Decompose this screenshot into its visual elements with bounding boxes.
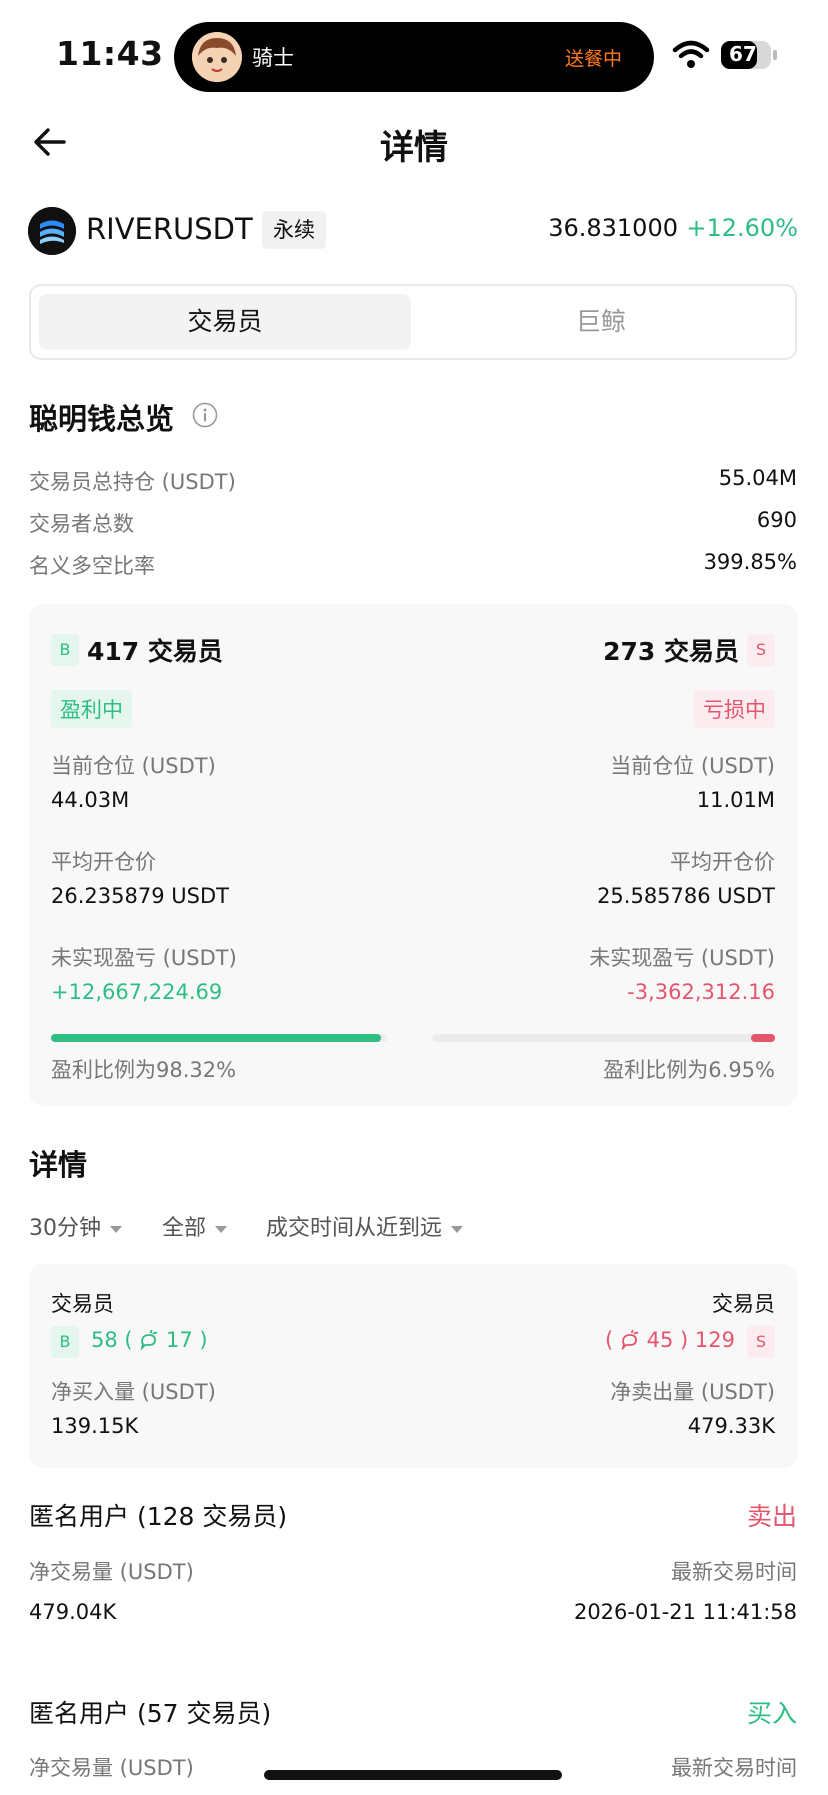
close-paren: ) <box>680 1328 689 1352</box>
sell-traders-title: 交易员 <box>712 1292 775 1316</box>
type-filter-label: 全部 <box>162 1216 207 1241</box>
tab-traders[interactable]: 交易员 <box>39 294 411 350</box>
trade-entry-time-label: 最新交易时间 <box>671 1756 797 1780</box>
long-pnl-label: 未实现盈亏 (USDT) <box>51 946 237 970</box>
buy-trader-stats: 58 ( 17 ) <box>91 1328 208 1352</box>
chevron-down-icon <box>110 1225 122 1233</box>
long-short-ratio-row: 名义多空比率 399.85% <box>29 550 797 580</box>
trade-entry-volume-label: 净交易量 (USDT) <box>29 1560 194 1584</box>
ticker-price: 36.831000 <box>548 214 678 242</box>
buy-badge: B <box>51 1326 79 1358</box>
trade-entry-action: 买入 <box>746 1699 797 1728</box>
sort-filter-label: 成交时间从近到远 <box>266 1216 443 1241</box>
long-short-ratio-label: 名义多空比率 <box>29 554 155 578</box>
details-title: 详情 <box>29 1148 88 1182</box>
sell-badge: S <box>747 634 775 666</box>
trade-entry-action: 卖出 <box>746 1502 797 1531</box>
close-paren: ) <box>199 1328 208 1352</box>
short-pnl-value: -3,362,312.16 <box>627 980 775 1004</box>
long-profit-ratio: 盈利比例为98.32% <box>51 1058 237 1082</box>
short-trader-count: 273 交易员 <box>603 637 739 666</box>
short-profit-ratio: 盈利比例为6.95% <box>603 1058 775 1082</box>
info-icon[interactable] <box>192 402 218 428</box>
long-pnl-value: +12,667,224.69 <box>51 980 223 1004</box>
type-filter[interactable]: 全部 <box>162 1210 228 1242</box>
buy-traders-title: 交易员 <box>51 1292 114 1316</box>
sell-trader-stats: ( 45 ) 129 <box>605 1328 735 1352</box>
long-avg-price-value: 26.235879 USDT <box>51 884 229 908</box>
page-title: 详情 <box>380 128 448 168</box>
short-avg-price-value: 25.585786 USDT <box>597 884 775 908</box>
total-position-row: 交易员总持仓 (USDT) 55.04M <box>29 466 797 496</box>
contract-type-badge: 永续 <box>262 211 326 249</box>
trade-entry-volume-value: 479.04K <box>29 1600 117 1624</box>
trader-count-value: 690 <box>756 508 797 532</box>
trade-entry-name[interactable]: 匿名用户 (128 交易员) <box>29 1497 287 1533</box>
long-avg-price-label: 平均开仓价 <box>51 850 156 874</box>
chevron-down-icon <box>451 1225 464 1233</box>
open-paren: ( <box>605 1328 614 1352</box>
ticker-symbol: RIVERUSDT <box>86 212 253 246</box>
long-trader-count: 417 交易员 <box>87 637 223 666</box>
token-logo-icon <box>28 207 76 255</box>
island-app-name: 骑士 <box>252 46 294 70</box>
trader-count-label: 交易者总数 <box>29 512 134 536</box>
short-avg-price-label: 平均开仓价 <box>670 850 775 874</box>
sort-filter[interactable]: 成交时间从近到远 <box>266 1210 464 1242</box>
buy-trader-count: 58 <box>91 1328 118 1352</box>
status-bar: 11:43 骑士 送餐中 67 <box>0 0 828 100</box>
timeframe-filter-label: 30分钟 <box>29 1216 101 1241</box>
chevron-down-icon <box>215 1225 228 1233</box>
short-position-value: 11.01M <box>696 788 775 812</box>
tab-bar: 交易员 巨鲸 <box>29 284 797 360</box>
long-position-label: 当前仓位 (USDT) <box>51 754 216 778</box>
avatar-icon <box>192 32 242 82</box>
short-profit-bar-fill <box>751 1034 775 1042</box>
overview-title: 聪明钱总览 <box>29 402 175 436</box>
long-short-card: B 417 交易员 盈利中 当前仓位 (USDT) 44.03M 平均开仓价 2… <box>29 604 797 1106</box>
trade-entry-time-value: 2026-01-21 11:41:58 <box>573 1600 797 1624</box>
home-indicator[interactable] <box>264 1770 562 1780</box>
long-profit-bar <box>51 1034 387 1042</box>
battery-level: 67 <box>729 42 757 66</box>
ticker-change: +12.60% <box>686 214 798 242</box>
net-buy-label: 净买入量 (USDT) <box>51 1380 216 1404</box>
trader-count-row: 交易者总数 690 <box>29 508 797 538</box>
trade-entry-volume-label: 净交易量 (USDT) <box>29 1756 194 1780</box>
long-status-badge: 盈利中 <box>51 690 132 728</box>
long-position-value: 44.03M <box>51 788 130 812</box>
dynamic-island[interactable]: 骑士 送餐中 <box>174 22 654 92</box>
whale-icon <box>621 1329 639 1351</box>
long-profit-bar-fill <box>51 1034 382 1042</box>
status-time: 11:43 <box>56 34 164 73</box>
sell-badge: S <box>747 1326 775 1358</box>
trade-summary-card: 交易员 交易员 B 58 ( 17 ) S ( 45 ) 129 净买入量 (U… <box>29 1264 797 1468</box>
buy-badge: B <box>51 634 79 666</box>
trade-entry-time-label: 最新交易时间 <box>671 1560 797 1584</box>
sell-whale-count: 45 <box>646 1328 674 1352</box>
timeframe-filter[interactable]: 30分钟 <box>29 1210 122 1242</box>
net-buy-value: 139.15K <box>51 1414 139 1438</box>
whale-icon <box>140 1329 158 1351</box>
sell-trader-count: 129 <box>694 1328 735 1352</box>
long-short-ratio-value: 399.85% <box>703 550 797 574</box>
net-sell-value: 479.33K <box>687 1414 775 1438</box>
island-status-text: 送餐中 <box>564 48 622 70</box>
net-sell-label: 净卖出量 (USDT) <box>610 1380 775 1404</box>
trade-entry-name[interactable]: 匿名用户 (57 交易员) <box>29 1694 271 1730</box>
total-position-value: 55.04M <box>718 466 797 490</box>
short-position-label: 当前仓位 (USDT) <box>610 754 775 778</box>
open-paren: ( <box>124 1328 133 1352</box>
tab-whales[interactable]: 巨鲸 <box>415 294 787 350</box>
total-position-label: 交易员总持仓 (USDT) <box>29 470 236 494</box>
wifi-icon <box>672 40 710 68</box>
battery-icon: 67 <box>720 40 780 70</box>
short-profit-bar <box>432 1034 775 1042</box>
short-pnl-label: 未实现盈亏 (USDT) <box>589 946 775 970</box>
buy-whale-count: 17 <box>166 1328 193 1352</box>
short-status-badge: 亏损中 <box>694 690 775 728</box>
